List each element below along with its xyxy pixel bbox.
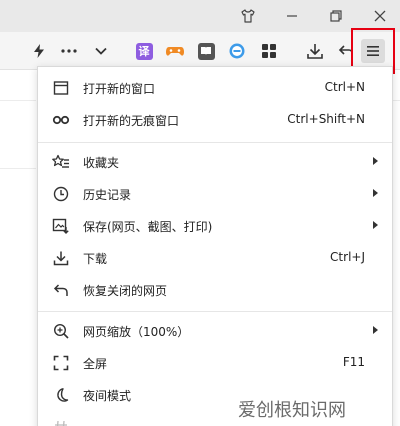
- chevron-down-icon[interactable]: [89, 39, 113, 63]
- menu-item-zoom[interactable]: 网页缩放（100%）: [38, 315, 392, 347]
- menu-item-bookmarks[interactable]: 收藏夹: [38, 146, 392, 178]
- moon-icon: [52, 386, 70, 404]
- menu-item-shortcut: Ctrl+Shift+N: [287, 112, 365, 126]
- menu-item-fullscreen[interactable]: 全屏 F11: [38, 347, 392, 379]
- submenu-arrow-icon: [373, 189, 378, 197]
- hash-icon: [52, 418, 70, 426]
- menu-item-label: 打开新的窗口: [83, 82, 156, 96]
- menu-item-label: 全屏: [83, 357, 108, 371]
- tshirt-icon[interactable]: [228, 0, 268, 32]
- download-icon[interactable]: [303, 39, 327, 63]
- watermark-text: 爱创根知识网: [238, 400, 346, 421]
- page-divider: [392, 100, 400, 101]
- menu-item-label: 夜间模式: [83, 389, 132, 403]
- restore-arrow-icon: [52, 281, 70, 299]
- translate-extension-icon[interactable]: 译: [132, 39, 156, 63]
- submenu-arrow-icon: [373, 221, 378, 229]
- minimize-icon[interactable]: [272, 0, 312, 32]
- bookmark-star-icon: [52, 153, 70, 171]
- minus-circle-extension-icon[interactable]: [225, 39, 249, 63]
- more-icon[interactable]: [57, 39, 81, 63]
- menu-item-save[interactable]: 保存(网页、截图、打印): [38, 210, 392, 242]
- menu-item-downloads[interactable]: 下载 Ctrl+J: [38, 242, 392, 274]
- menu-item-label: 保存(网页、截图、打印): [83, 220, 213, 234]
- submenu-arrow-icon: [373, 326, 378, 334]
- menu-item-restore-closed[interactable]: 恢复关闭的网页: [38, 274, 392, 306]
- menu-item-label: 恢复关闭的网页: [83, 284, 168, 298]
- save-image-icon: [52, 217, 70, 235]
- main-menu-icon[interactable]: [361, 39, 385, 63]
- history-clock-icon: [52, 185, 70, 203]
- browser-toolbar: 译: [0, 32, 400, 70]
- zoom-icon: [52, 322, 70, 340]
- lightning-icon[interactable]: [27, 39, 51, 63]
- menu-item-label: 网页缩放（100%）: [83, 325, 190, 339]
- main-menu-dropdown: 打开新的窗口 Ctrl+N 打开新的无痕窗口 Ctrl+Shift+N 收藏夹 …: [37, 66, 393, 426]
- title-bar: [0, 0, 400, 32]
- menu-separator: [38, 142, 392, 143]
- page-divider: [0, 100, 36, 101]
- game-extension-icon[interactable]: [163, 39, 187, 63]
- menu-item-shortcut: F11: [342, 355, 365, 369]
- incognito-icon: [52, 111, 70, 129]
- menu-item-label: 历史记录: [83, 188, 132, 202]
- menu-item-shortcut: Ctrl+J: [330, 250, 365, 264]
- page-divider: [0, 168, 36, 169]
- fullscreen-icon: [52, 354, 70, 372]
- menu-item-label: 打开新的无痕窗口: [83, 114, 180, 128]
- menu-item-history[interactable]: 历史记录: [38, 178, 392, 210]
- download-icon: [52, 249, 70, 267]
- new-window-icon: [52, 79, 70, 97]
- apps-grid-icon[interactable]: [257, 39, 281, 63]
- submenu-arrow-icon: [373, 157, 378, 165]
- restore-icon[interactable]: [316, 0, 356, 32]
- reader-extension-icon[interactable]: [194, 39, 218, 63]
- menu-item-shortcut: Ctrl+N: [324, 80, 365, 94]
- menu-item-new-incognito-window[interactable]: 打开新的无痕窗口 Ctrl+Shift+N: [38, 104, 392, 136]
- menu-item-new-window[interactable]: 打开新的窗口 Ctrl+N: [38, 72, 392, 104]
- menu-item-label: 下载: [83, 252, 108, 266]
- menu-item-label: 收藏夹: [83, 156, 120, 170]
- menu-separator: [38, 311, 392, 312]
